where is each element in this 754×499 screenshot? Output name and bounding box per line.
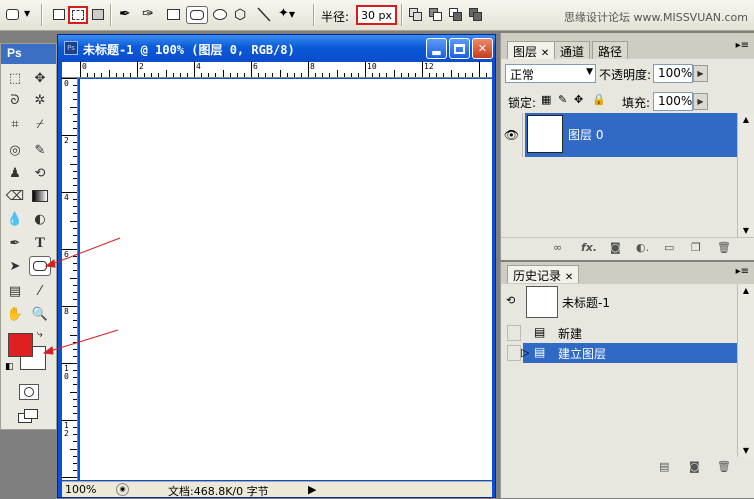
history-panel: 历史记录 ✕ ▸≡ ⟲ 未标题-1 ▤ 新建 ▤ 建立图层 ▷ ▲ ▼ ▤ ◙ …: [500, 262, 754, 498]
tab-history[interactable]: 历史记录 ✕: [507, 265, 580, 283]
layers-tabstrip: 图层 ✕ 通道 路径 ▸≡: [501, 33, 754, 59]
fill-slider-arrow-icon[interactable]: ▶: [693, 93, 708, 110]
document-step-icon: ▤: [534, 325, 546, 339]
layers-scrollbar[interactable]: ▲ ▼: [737, 113, 754, 237]
lock-transparency-icon[interactable]: ▦: [541, 93, 551, 106]
link-layers-icon[interactable]: ∞: [553, 241, 562, 254]
delete-state-icon[interactable]: 🗑: [717, 460, 731, 473]
layers-footer: ∞ fx. ◙ ◐. ▭ ❐ 🗑: [501, 237, 754, 259]
tab-close-icon[interactable]: ✕: [541, 48, 549, 59]
lock-all-icon[interactable]: 🔒: [592, 93, 606, 106]
layer-visibility-eye-icon[interactable]: 👁: [501, 113, 523, 157]
opacity-label: 不透明度:: [599, 68, 652, 82]
tab-close-icon[interactable]: ✕: [565, 272, 573, 283]
history-brush-checkbox[interactable]: [507, 325, 521, 341]
layer-step-icon: ▤: [534, 345, 546, 359]
layer-name[interactable]: 图层 0: [568, 126, 603, 143]
delete-layer-icon[interactable]: 🗑: [717, 241, 731, 254]
annotation-arrow-color: [49, 329, 119, 352]
new-snapshot-icon[interactable]: ◙: [689, 460, 700, 473]
snapshot-name: 未标题-1: [562, 296, 610, 310]
history-item-label: 新建: [558, 327, 583, 341]
history-state-slider-icon[interactable]: ▷: [521, 346, 529, 359]
layer-style-icon[interactable]: fx.: [581, 241, 597, 254]
lock-position-icon[interactable]: ✥: [574, 93, 583, 106]
layer-row[interactable]: 图层 0: [525, 113, 737, 157]
tab-layers[interactable]: 图层 ✕: [507, 41, 556, 59]
history-footer: ▤ ◙ 🗑: [501, 457, 754, 479]
chevron-down-icon: ▼: [586, 67, 593, 77]
snapshot-thumbnail: [526, 286, 558, 318]
history-snapshot-row[interactable]: ⟲ 未标题-1: [501, 284, 737, 320]
tab-paths[interactable]: 路径: [592, 41, 629, 59]
panel-menu-icon[interactable]: ▸≡: [736, 40, 749, 51]
blend-mode-select[interactable]: 正常 ▼: [505, 64, 596, 83]
new-layer-icon[interactable]: ❐: [691, 241, 701, 254]
history-scrollbar[interactable]: ▲ ▼: [737, 284, 754, 457]
adjustment-layer-icon[interactable]: ◐.: [636, 241, 649, 254]
lock-label: 锁定:: [508, 96, 537, 110]
tab-channels[interactable]: 通道: [554, 41, 591, 59]
layer-thumbnail: [527, 115, 563, 153]
lock-image-icon[interactable]: ✎: [558, 93, 567, 106]
layer-mask-icon[interactable]: ◙: [610, 241, 621, 254]
layers-panel: 图层 ✕ 通道 路径 ▸≡ 正常 ▼ 不透明度: 100% ▶ 锁定: ▦ ✎ …: [500, 33, 754, 260]
history-tabstrip: 历史记录 ✕ ▸≡: [501, 262, 754, 284]
panel-menu-icon[interactable]: ▸≡: [736, 266, 749, 277]
new-document-from-state-icon[interactable]: ▤: [659, 460, 669, 473]
history-item-selected[interactable]: ▤ 建立图层: [523, 343, 737, 363]
annotation-arrow-tool: [51, 237, 121, 265]
fill-label: 填充:: [622, 96, 651, 110]
opacity-input[interactable]: 100%: [653, 64, 693, 83]
history-brush-checkbox[interactable]: [507, 345, 521, 361]
fill-input[interactable]: 100%: [653, 92, 693, 111]
opacity-slider-arrow-icon[interactable]: ▶: [693, 65, 708, 82]
history-item[interactable]: ▤ 新建: [501, 323, 737, 343]
history-item-label: 建立图层: [558, 347, 607, 361]
new-group-icon[interactable]: ▭: [664, 241, 674, 254]
history-brush-source-icon[interactable]: ⟲: [506, 294, 515, 307]
